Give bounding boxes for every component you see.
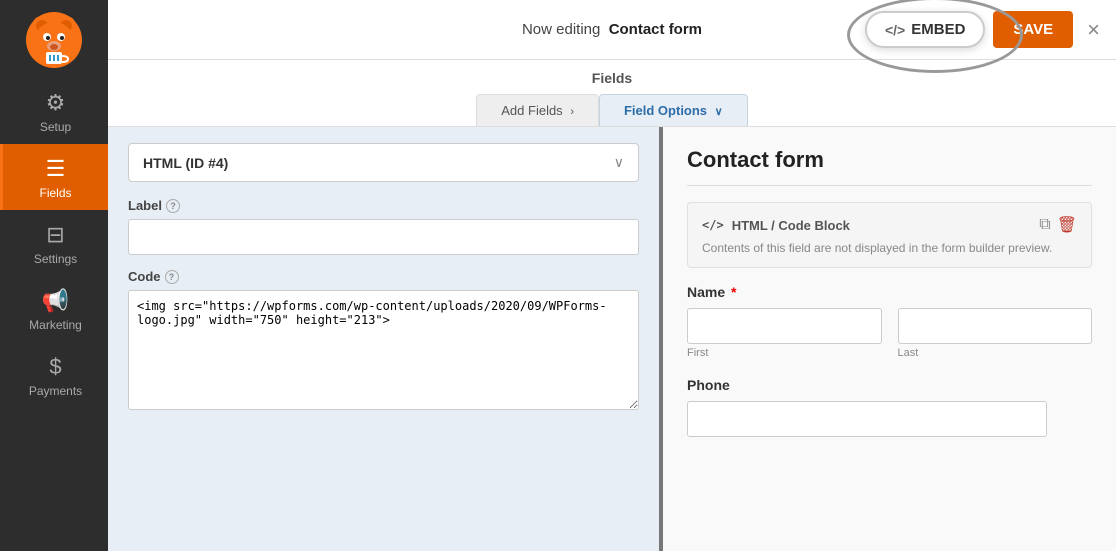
embed-code-icon: </>	[885, 22, 905, 38]
fields-icon: ☰	[46, 156, 66, 182]
add-fields-chevron: ›	[570, 106, 574, 118]
html-block-title: </> HTML / Code Block	[702, 218, 850, 233]
sidebar-item-fields-label: Fields	[39, 186, 71, 200]
code-textarea[interactable]	[128, 290, 639, 410]
name-label-text: Name	[687, 284, 725, 300]
code-field-label: Code ?	[128, 269, 639, 284]
save-button[interactable]: SAVE	[993, 11, 1073, 48]
left-panel: HTML (ID #4) ∨ Label ? Code ?	[108, 127, 663, 551]
last-name-field: Last	[898, 308, 1093, 359]
form-name: Contact form	[609, 21, 702, 38]
payments-icon: $	[49, 354, 61, 380]
settings-icon: ⊟	[46, 222, 64, 248]
embed-label: EMBED	[911, 21, 965, 38]
name-preview-section: Name * First Last	[687, 284, 1092, 359]
name-required-star: *	[731, 284, 736, 300]
tab-add-fields[interactable]: Add Fields ›	[476, 94, 599, 126]
field-options-chevron: ∨	[715, 106, 723, 118]
label-help-icon[interactable]: ?	[166, 199, 180, 213]
app-logo	[24, 10, 84, 70]
topbar: Now editing Contact form </> EMBED SAVE …	[108, 0, 1116, 60]
add-fields-label: Add Fields	[501, 103, 562, 118]
html-block-actions: ⧉ 🗑	[1039, 215, 1077, 235]
name-fields-row: First Last	[687, 308, 1092, 359]
form-divider	[687, 185, 1092, 186]
first-name-field: First	[687, 308, 882, 359]
field-collapse-chevron[interactable]: ∨	[614, 154, 624, 171]
phone-field-label: Phone	[687, 377, 1092, 393]
sidebar-item-setup-label: Setup	[40, 120, 71, 134]
sidebar-item-settings-label: Settings	[34, 252, 77, 266]
html-block-header: </> HTML / Code Block ⧉ 🗑	[702, 215, 1077, 235]
sidebar-item-payments-label: Payments	[29, 384, 82, 398]
panels: HTML (ID #4) ∨ Label ? Code ?	[108, 127, 1116, 551]
fields-header: Fields Add Fields › Field Options ∨	[108, 60, 1116, 127]
sidebar-item-fields[interactable]: ☰ Fields	[0, 144, 108, 210]
last-name-input[interactable]	[898, 308, 1093, 344]
sidebar-item-settings[interactable]: ⊟ Settings	[0, 210, 108, 276]
topbar-actions: </> EMBED SAVE ×	[865, 11, 1100, 48]
label-input[interactable]	[128, 219, 639, 255]
embed-button[interactable]: </> EMBED	[865, 11, 985, 48]
html-code-block: </> HTML / Code Block ⧉ 🗑 Contents of th…	[687, 202, 1092, 268]
html-block-title-text: HTML / Code Block	[732, 218, 850, 233]
name-field-label: Name *	[687, 284, 1092, 300]
close-button[interactable]: ×	[1087, 17, 1100, 43]
form-preview-title: Contact form	[687, 147, 1092, 173]
topbar-title: Now editing Contact form	[522, 21, 702, 38]
tab-field-options[interactable]: Field Options ∨	[599, 94, 748, 126]
html-delete-button[interactable]: 🗑	[1057, 215, 1077, 235]
html-code-symbol: </>	[702, 218, 724, 232]
sidebar-item-marketing[interactable]: 📢 Marketing	[0, 276, 108, 342]
html-duplicate-button[interactable]: ⧉	[1039, 215, 1050, 235]
sidebar-item-setup[interactable]: ⚙ Setup	[0, 78, 108, 144]
label-text: Label	[128, 198, 162, 213]
marketing-icon: 📢	[42, 288, 69, 314]
sidebar-item-payments[interactable]: $ Payments	[0, 342, 108, 408]
html-block-note: Contents of this field are not displayed…	[702, 241, 1077, 255]
code-label-text: Code	[128, 269, 161, 284]
sidebar: ⚙ Setup ☰ Fields ⊟ Settings 📢 Marketing …	[0, 0, 108, 551]
last-sub-label: Last	[898, 347, 1093, 359]
main-content: Now editing Contact form </> EMBED SAVE …	[108, 0, 1116, 551]
first-sub-label: First	[687, 347, 882, 359]
field-header-label: HTML (ID #4)	[143, 155, 228, 171]
embed-circle-highlight: </> EMBED	[865, 11, 985, 48]
sidebar-item-marketing-label: Marketing	[29, 318, 82, 332]
gear-icon: ⚙	[46, 90, 66, 116]
phone-input[interactable]	[687, 401, 1047, 437]
field-header[interactable]: HTML (ID #4) ∨	[128, 143, 639, 182]
field-options-label: Field Options	[624, 103, 707, 118]
tabs-row: Add Fields › Field Options ∨	[108, 94, 1116, 126]
fields-section-title: Fields	[108, 70, 1116, 86]
first-name-input[interactable]	[687, 308, 882, 344]
label-form-group: Label ?	[128, 198, 639, 255]
phone-preview-section: Phone	[687, 377, 1092, 437]
code-form-group: Code ?	[128, 269, 639, 415]
right-panel: Contact form </> HTML / Code Block ⧉ 🗑	[663, 127, 1116, 551]
code-help-icon[interactable]: ?	[165, 270, 179, 284]
content-area: Fields Add Fields › Field Options ∨ HTML…	[108, 60, 1116, 551]
label-field-label: Label ?	[128, 198, 639, 213]
